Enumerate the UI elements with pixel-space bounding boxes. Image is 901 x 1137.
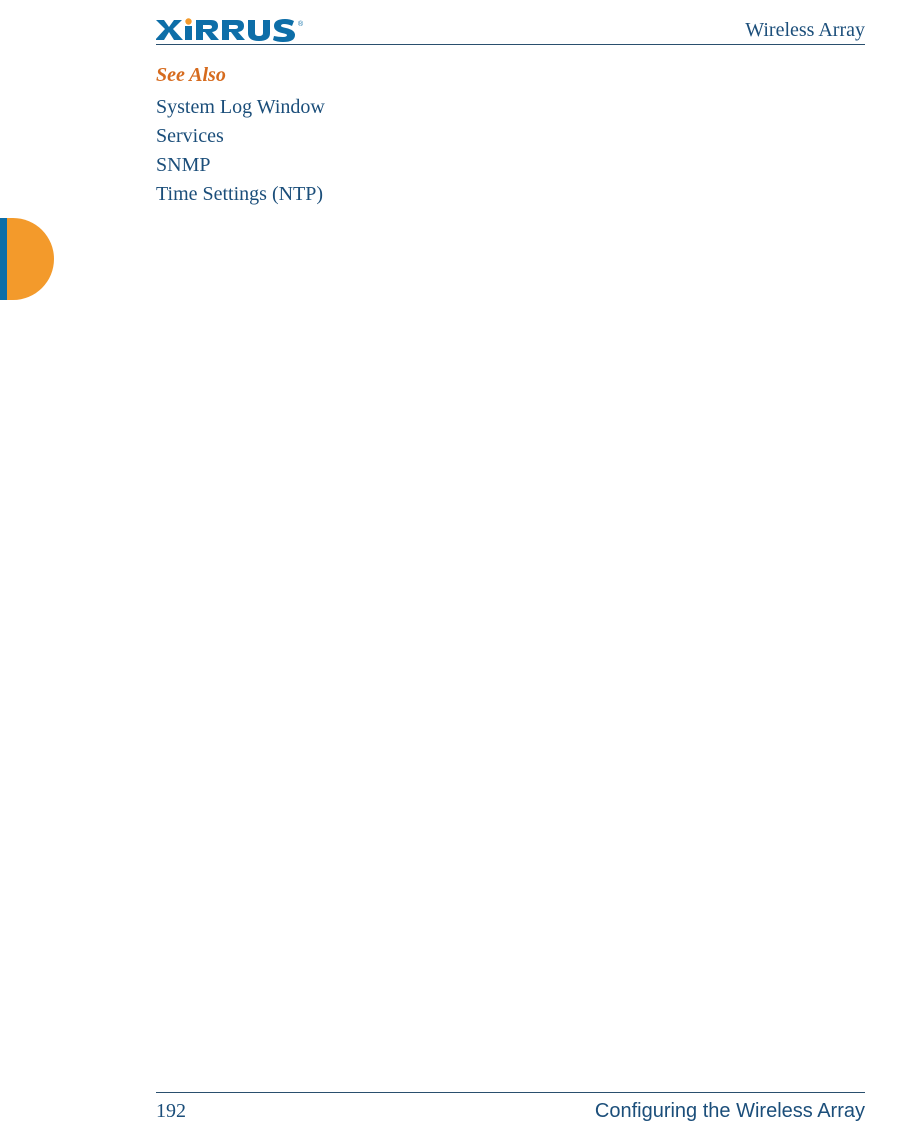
page-content: See Also System Log Window Services SNMP… bbox=[156, 64, 865, 209]
see-also-list: System Log Window Services SNMP Time Set… bbox=[156, 93, 865, 209]
see-also-link-services[interactable]: Services bbox=[156, 125, 224, 147]
xirrus-logo-icon: ® bbox=[156, 18, 306, 42]
document-title: Wireless Array bbox=[745, 19, 865, 42]
footer-divider bbox=[156, 1092, 865, 1093]
see-also-item: System Log Window bbox=[156, 93, 865, 122]
see-also-link-time-settings-ntp[interactable]: Time Settings (NTP) bbox=[156, 183, 323, 205]
see-also-heading: See Also bbox=[156, 64, 865, 87]
page-number: 192 bbox=[156, 1100, 186, 1123]
see-also-link-snmp[interactable]: SNMP bbox=[156, 154, 210, 176]
thumb-tab-icon bbox=[0, 218, 54, 300]
page-footer: 192 Configuring the Wireless Array bbox=[156, 1100, 865, 1123]
header-divider bbox=[156, 44, 865, 45]
footer-section-title: Configuring the Wireless Array bbox=[595, 1100, 865, 1123]
see-also-item: Services bbox=[156, 122, 865, 151]
see-also-link-system-log-window[interactable]: System Log Window bbox=[156, 96, 325, 118]
svg-text:®: ® bbox=[298, 20, 304, 28]
page-header: ® Wireless Array bbox=[156, 18, 865, 42]
see-also-item: Time Settings (NTP) bbox=[156, 180, 865, 209]
xirrus-logo: ® bbox=[156, 18, 306, 42]
see-also-item: SNMP bbox=[156, 151, 865, 180]
